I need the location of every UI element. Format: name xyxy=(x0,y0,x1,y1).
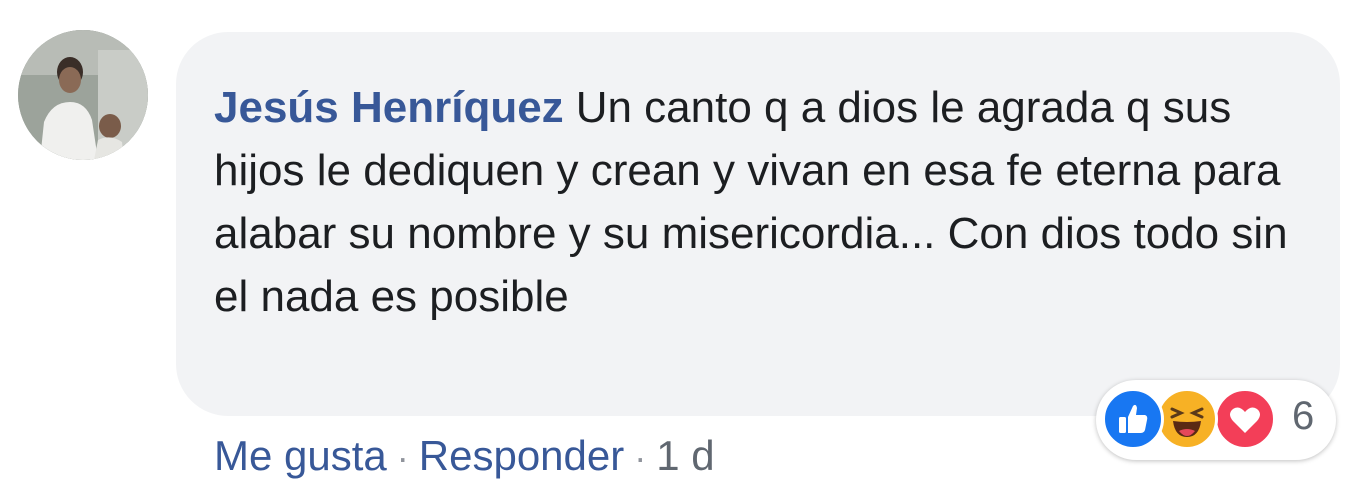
love-icon xyxy=(1214,388,1276,450)
avatar-photo xyxy=(18,30,148,160)
like-icon xyxy=(1102,388,1164,450)
like-link[interactable]: Me gusta xyxy=(214,432,387,479)
comment-actions: Me gusta · Responder · 1 d xyxy=(214,430,715,484)
reply-link[interactable]: Responder xyxy=(419,432,624,479)
timestamp[interactable]: 1 d xyxy=(656,432,714,479)
separator: · xyxy=(396,437,409,478)
reaction-count: 6 xyxy=(1292,394,1315,438)
comment-body: Jesús Henríquez Un canto q a dios le agra… xyxy=(214,76,1294,328)
separator: · xyxy=(634,437,647,478)
comment: Jesús Henríquez Un canto q a dios le agra… xyxy=(0,0,1368,492)
avatar[interactable] xyxy=(18,30,148,160)
comment-bubble: Jesús Henríquez Un canto q a dios le agra… xyxy=(176,32,1340,416)
reactions-summary[interactable]: 6 xyxy=(1096,380,1336,460)
haha-icon xyxy=(1156,388,1218,450)
author-name[interactable]: Jesús Henríquez xyxy=(214,83,564,132)
